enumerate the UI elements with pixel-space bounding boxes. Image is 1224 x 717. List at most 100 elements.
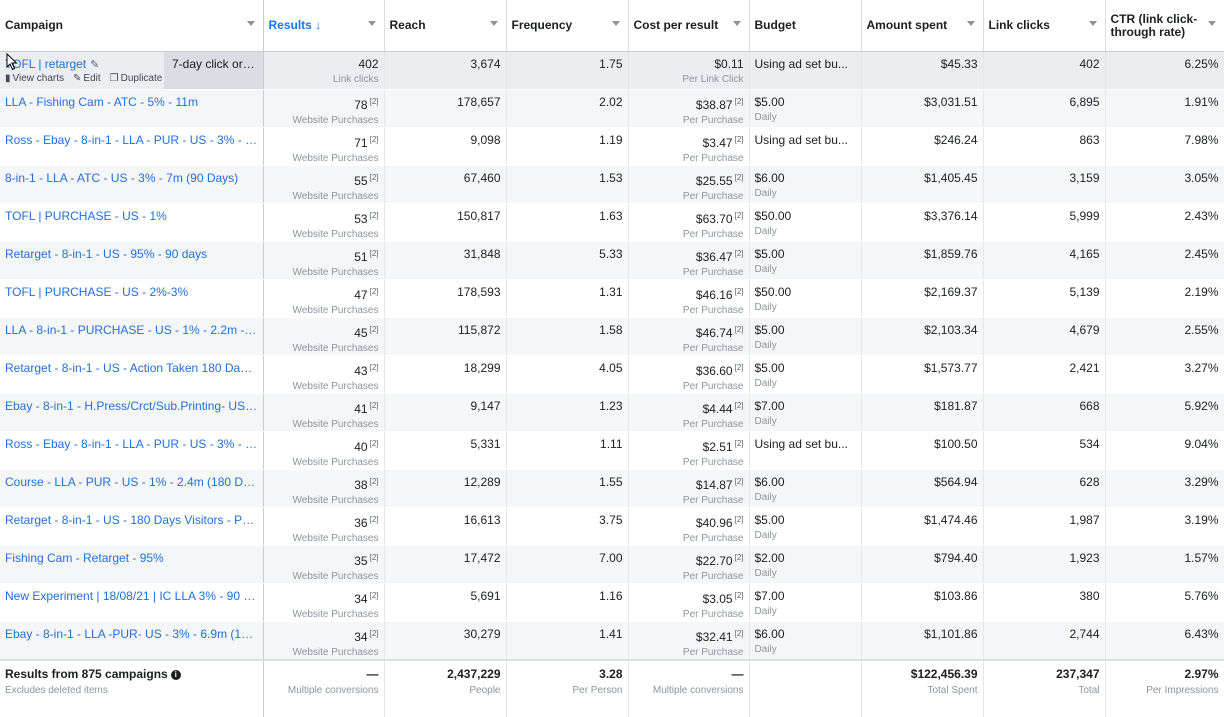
chevron-down-icon[interactable]	[246, 21, 255, 26]
info-icon[interactable]: i	[170, 669, 181, 680]
table-row[interactable]: Retarget - 8-in-1 - US - 95% - 90 days 5…	[0, 241, 1224, 280]
table-row[interactable]: Ebay - 8-in-1 - H.Press/Crct/Sub.Printin…	[0, 393, 1224, 432]
campaign-name-link[interactable]: Retarget - 8-in-1 - US - 180 Days Visito…	[5, 508, 258, 527]
campaign-name-link[interactable]: 8-in-1 - LLA - ATC - US - 3% - 7m (90 Da…	[5, 166, 258, 185]
chevron-down-icon[interactable]	[966, 21, 975, 26]
cost-per-result-cell: $36.47 [2] Per Purchase	[628, 241, 750, 280]
campaign-cell: TOFL | PURCHASE - US - 1%	[0, 203, 264, 242]
edit-button[interactable]: ✎ Edit	[73, 73, 101, 84]
campaign-name-link[interactable]: Retarget - 8-in-1 - US - Action Taken 18…	[5, 356, 258, 375]
frequency-cell: 1.55	[506, 469, 629, 508]
campaign-name-link[interactable]: Course - LLA - PUR - US - 1% - 2.4m (180…	[5, 470, 258, 489]
frequency-cell: 3.75	[506, 507, 629, 546]
table-row[interactable]: New Experiment | 18/08/21 | IC LLA 3% - …	[0, 583, 1224, 622]
table-row[interactable]: Ebay - 8-in-1 - LLA -PUR- US - 3% - 6.9m…	[0, 621, 1224, 661]
budget-cell[interactable]: $2.00 Daily	[749, 545, 862, 584]
campaign-name-link[interactable]: Ebay - 8-in-1 - H.Press/Crct/Sub.Printin…	[5, 394, 258, 413]
results-cell: 36 [2] Website Purchases	[263, 507, 385, 546]
budget-cell[interactable]: $5.00 Daily	[749, 89, 862, 128]
table-row[interactable]: Course - LLA - PUR - US - 1% - 2.4m (180…	[0, 469, 1224, 508]
campaign-name-link[interactable]: TOFL | PURCHASE - US - 2%-3%	[5, 280, 258, 299]
table-row[interactable]: Retarget - 8-in-1 - US - 180 Days Visito…	[0, 507, 1224, 546]
budget-cell[interactable]: $7.00 Daily	[749, 393, 862, 432]
table-row[interactable]: TOFL | PURCHASE - US - 1% 53 [2] Website …	[0, 203, 1224, 242]
column-header-budget[interactable]: Budget	[749, 0, 862, 52]
budget-cell[interactable]: $7.00 Daily	[749, 583, 862, 622]
column-label: Amount spent	[866, 18, 948, 32]
amount-spent-cell: $564.94	[861, 469, 984, 508]
attribution-setting[interactable]: 7-day click or ...	[164, 52, 263, 89]
totals-label: Results from 875 campaigns i	[5, 667, 258, 681]
budget-cell[interactable]: $6.00 Daily	[749, 165, 862, 204]
campaign-name-link[interactable]: LLA - 8-in-1 - PURCHASE - US - 1% - 2.2m…	[5, 318, 258, 337]
column-label: Link clicks	[988, 18, 1050, 32]
cost-per-result-cell: $36.60 [2] Per Purchase	[628, 355, 750, 394]
attribution-marker-icon: [2]	[369, 515, 379, 524]
table-row[interactable]: TOFL | PURCHASE - US - 2%-3% 47 [2] Websi…	[0, 279, 1224, 318]
chevron-down-icon[interactable]	[489, 21, 498, 26]
column-header-frequency[interactable]: Frequency	[506, 0, 629, 52]
campaign-name-link[interactable]: Ebay - 8-in-1 - LLA -PUR- US - 3% - 6.9m…	[5, 622, 258, 641]
view-charts-button[interactable]: ▮ View charts	[5, 73, 64, 84]
link-clicks-cell: 863	[983, 127, 1106, 166]
link-clicks-cell: 5,999	[983, 203, 1106, 242]
campaign-name-link[interactable]: LLA - Fishing Cam - ATC - 5% - 11m	[5, 90, 258, 109]
campaign-name-link[interactable]: TOFL | PURCHASE - US - 1%	[5, 204, 258, 223]
column-label: Frequency	[511, 18, 573, 32]
campaign-name-link[interactable]: Ross - Ebay - 8-in-1 - LLA - PUR - US - …	[5, 432, 258, 451]
attribution-marker-icon: [2]	[734, 173, 744, 182]
campaign-cell: Ebay - 8-in-1 - LLA -PUR- US - 3% - 6.9m…	[0, 621, 264, 661]
results-cell: 38 [2] Website Purchases	[263, 469, 385, 508]
budget-cell[interactable]: Using ad set bu...	[749, 431, 862, 470]
chevron-down-icon[interactable]	[367, 21, 376, 26]
budget-cell[interactable]: $5.00 Daily	[749, 355, 862, 394]
budget-cell[interactable]: $50.00 Daily	[749, 203, 862, 242]
column-header-results[interactable]: Results ↓	[263, 0, 385, 52]
link-clicks-cell: 380	[983, 583, 1106, 622]
attribution-marker-icon: [2]	[369, 325, 379, 334]
column-header-ctr[interactable]: CTR (link click-through rate)	[1105, 0, 1224, 52]
table-row[interactable]: Ross - Ebay - 8-in-1 - LLA - PUR - US - …	[0, 431, 1224, 470]
column-header-amount-spent[interactable]: Amount spent	[861, 0, 984, 52]
column-header-reach[interactable]: Reach	[384, 0, 507, 52]
attribution-marker-icon: [2]	[734, 439, 744, 448]
column-header-link-clicks[interactable]: Link clicks	[983, 0, 1106, 52]
campaign-name-link[interactable]: Retarget - 8-in-1 - US - 95% - 90 days	[5, 242, 258, 261]
table-row[interactable]: 8-in-1 - LLA - ATC - US - 3% - 7m (90 Da…	[0, 165, 1224, 204]
frequency-cell: 5.33	[506, 241, 629, 280]
chevron-down-icon[interactable]	[611, 21, 620, 26]
budget-cell[interactable]: $50.00 Daily	[749, 279, 862, 318]
campaign-name-link[interactable]: New Experiment | 18/08/21 | IC LLA 3% - …	[5, 584, 258, 603]
cost-per-result-cell: $22.70 [2] Per Purchase	[628, 545, 750, 584]
budget-cell[interactable]: $5.00 Daily	[749, 317, 862, 356]
budget-cell[interactable]: $5.00 Daily	[749, 507, 862, 546]
reach-cell: 5,331	[384, 431, 507, 470]
table-row[interactable]: LLA - Fishing Cam - ATC - 5% - 11m 78 [2]…	[0, 89, 1224, 128]
chevron-down-icon[interactable]	[1207, 21, 1216, 26]
attribution-marker-icon: [2]	[734, 249, 744, 258]
table-row[interactable]: Ross - Ebay - 8-in-1 - LLA - PUR - US - …	[0, 127, 1224, 166]
budget-cell[interactable]: $6.00 Daily	[749, 469, 862, 508]
table-row[interactable]: TOFL | retarget ✎ ▮ View charts ✎ Edit ❐ Dupli…	[0, 51, 1224, 90]
table-row[interactable]: LLA - 8-in-1 - PURCHASE - US - 1% - 2.2m…	[0, 317, 1224, 356]
pencil-icon[interactable]: ✎	[90, 58, 99, 71]
amount-spent-cell: $103.86	[861, 583, 984, 622]
budget-cell[interactable]: $6.00 Daily	[749, 621, 862, 661]
budget-cell[interactable]: Using ad set bu...	[749, 51, 862, 90]
budget-cell[interactable]: $5.00 Daily	[749, 241, 862, 280]
budget-cell[interactable]: Using ad set bu...	[749, 127, 862, 166]
chevron-down-icon[interactable]	[732, 21, 741, 26]
duplicate-button[interactable]: ❐ Duplicate	[110, 73, 163, 84]
table-row[interactable]: Fishing Cam - Retarget - 95% 35 [2] Websi…	[0, 545, 1224, 584]
column-header-campaign[interactable]: Campaign	[0, 0, 264, 52]
ctr-cell: 1.91%	[1105, 89, 1224, 128]
campaign-name-link[interactable]: Ross - Ebay - 8-in-1 - LLA - PUR - US - …	[5, 128, 258, 147]
column-label: Campaign	[5, 18, 64, 32]
column-header-cost-per-result[interactable]: Cost per result	[628, 0, 750, 52]
link-clicks-cell: 668	[983, 393, 1106, 432]
results-cell: 35 [2] Website Purchases	[263, 545, 385, 584]
table-row[interactable]: Retarget - 8-in-1 - US - Action Taken 18…	[0, 355, 1224, 394]
campaign-name-link[interactable]: Fishing Cam - Retarget - 95%	[5, 546, 258, 565]
campaigns-table: Campaign Results ↓ Reach Frequency Cost …	[0, 0, 1224, 717]
chevron-down-icon[interactable]	[1088, 21, 1097, 26]
